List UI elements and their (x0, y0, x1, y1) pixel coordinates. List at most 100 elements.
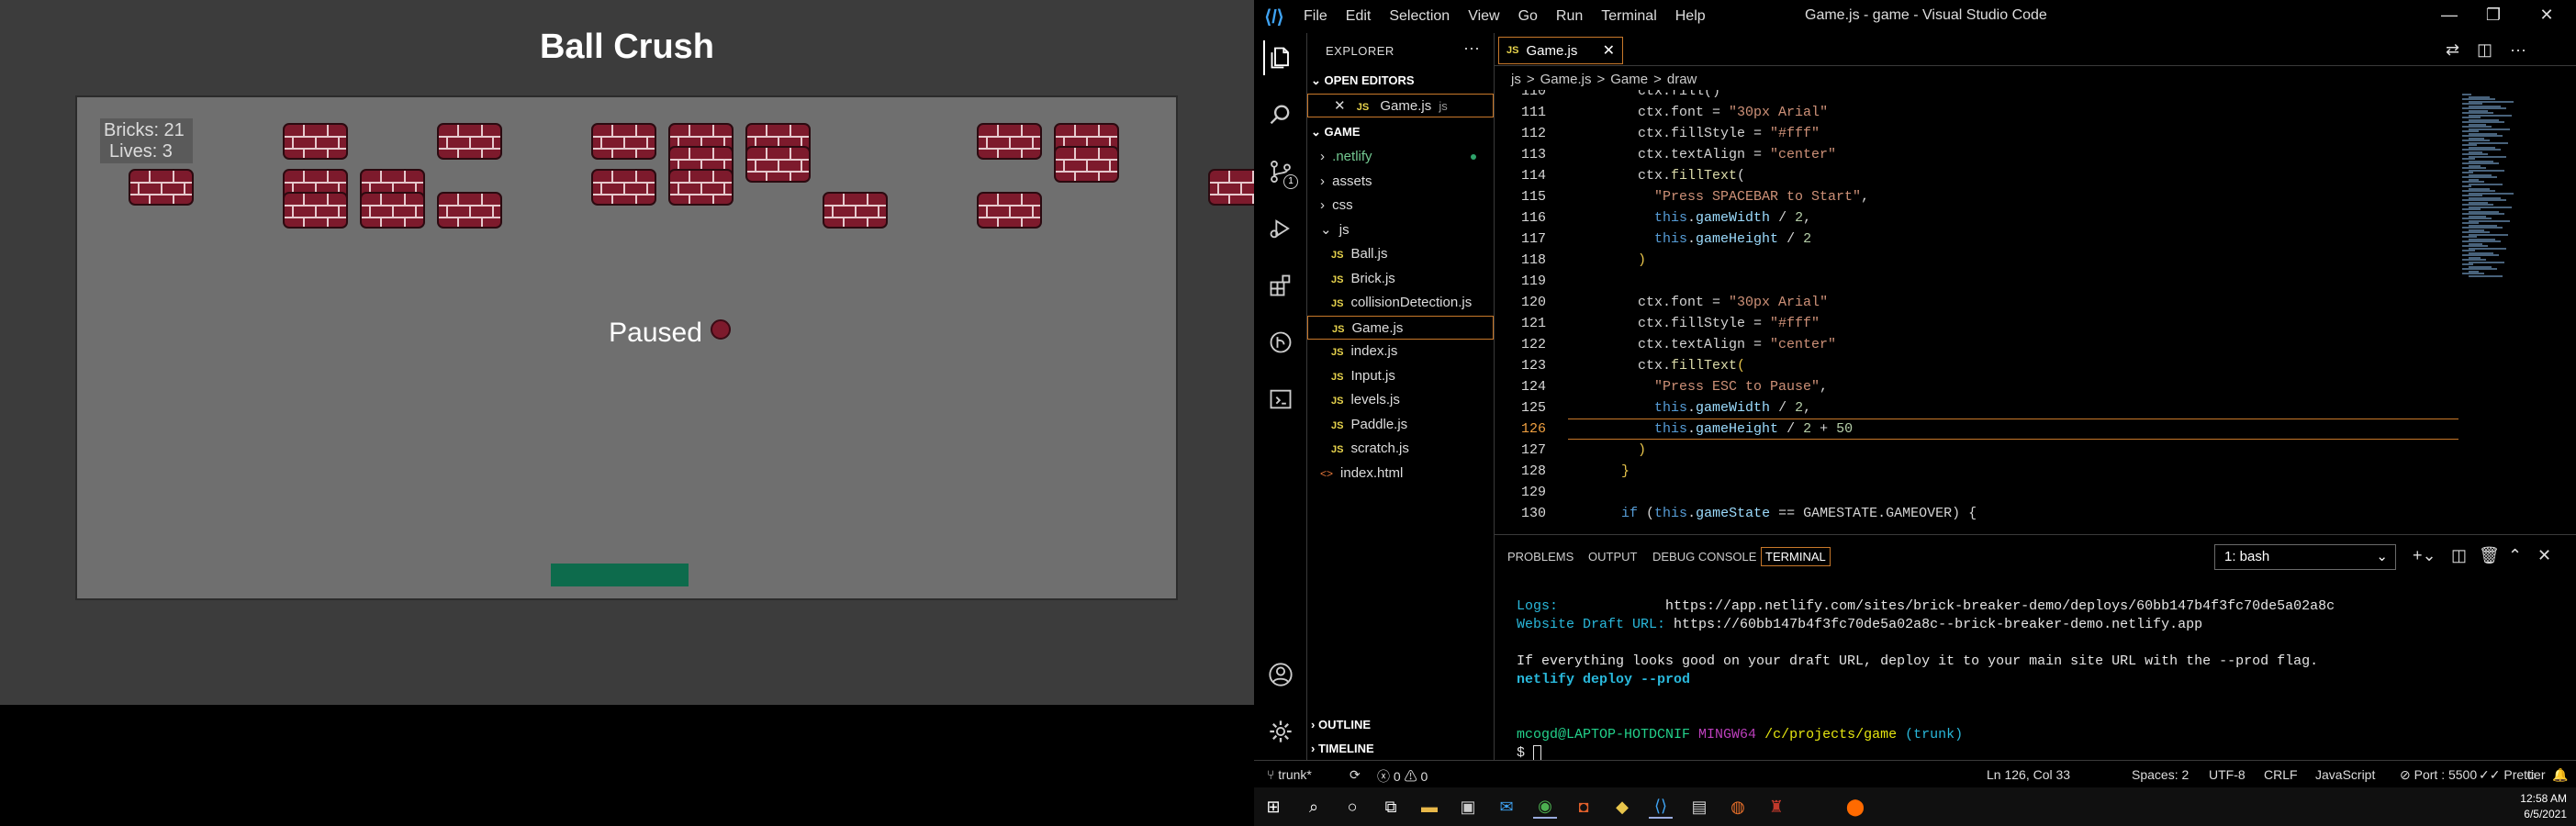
app-orange-circle-icon[interactable]: ⬤ (1843, 795, 1867, 819)
cortana-icon[interactable]: ○ (1340, 795, 1364, 819)
search-icon[interactable] (1263, 97, 1298, 132)
timeline-section[interactable]: › TIMELINE (1311, 742, 1374, 755)
more-actions-icon[interactable]: ··· (2510, 40, 2526, 60)
tree-item[interactable]: JS Input.js (1307, 364, 1494, 388)
panel-tab-output[interactable]: OUTPUT (1588, 550, 1637, 564)
breadcrumb-item[interactable]: Game (1610, 72, 1648, 87)
app-orange-icon[interactable]: ◘ (1572, 795, 1596, 819)
menu-go[interactable]: Go (1509, 8, 1547, 25)
source-control-icon[interactable]: 1 (1263, 154, 1298, 189)
restore-icon[interactable]: ❐ (2471, 6, 2515, 25)
close-panel-icon[interactable]: ✕ (2537, 546, 2551, 565)
code-line[interactable]: 120 ctx.font = "30px Arial" (1495, 292, 1828, 313)
open-editor-item[interactable]: ✕ JS Game.js js (1307, 94, 1494, 117)
menu-run[interactable]: Run (1547, 8, 1592, 25)
panel-tab-problems[interactable]: PROBLEMS (1507, 550, 1574, 564)
tree-item[interactable]: <> index.html (1307, 462, 1494, 486)
minimize-icon[interactable]: — (2427, 6, 2471, 25)
terminal-output[interactable]: Logs: https://app.netlify.com/sites/bric… (1517, 597, 2335, 763)
tree-item[interactable]: JS Paddle.js (1307, 413, 1494, 437)
indentation[interactable]: Spaces: 2 (2132, 767, 2189, 782)
problems-status[interactable]: ⓧ 0 ⚠ 0 (1377, 767, 1428, 786)
menu-view[interactable]: View (1459, 8, 1508, 25)
code-line[interactable]: 125 this.gameWidth / 2, (1495, 397, 1811, 419)
tree-item[interactable]: JS collisionDetection.js (1307, 291, 1494, 315)
breadcrumb-item[interactable]: Game.js (1540, 72, 1592, 87)
breadcrumb-item[interactable]: js (1511, 72, 1521, 87)
tree-item[interactable]: ⌄ js (1307, 218, 1494, 242)
code-line[interactable]: 121 ctx.fillStyle = "#fff" (1495, 313, 1820, 334)
close-tab-icon[interactable]: ✕ (1603, 41, 1615, 60)
code-line[interactable]: 126 this.gameHeight / 2 + 50 (1495, 419, 1853, 440)
tree-item[interactable]: JS Ball.js (1307, 242, 1494, 266)
tree-item[interactable]: JS index.js (1307, 340, 1494, 363)
extensions-icon[interactable] (1263, 268, 1298, 303)
encoding[interactable]: UTF-8 (2209, 767, 2246, 782)
new-terminal-icon[interactable]: +⌄ (2413, 546, 2436, 565)
menu-edit[interactable]: Edit (1337, 8, 1381, 25)
menu-selection[interactable]: Selection (1380, 8, 1459, 25)
store-icon[interactable]: ▣ (1456, 795, 1480, 819)
vscode-taskbar-icon[interactable]: ⟨⟩ (1649, 795, 1673, 819)
tree-item[interactable]: JS scratch.js (1307, 437, 1494, 461)
terminal-shell-select[interactable]: 1: bash ⌄ (2214, 544, 2396, 570)
git-graph-icon[interactable] (1263, 325, 1298, 360)
code-editor[interactable]: 110 ctx.fill() 111 ctx.font = "30px Arial… (1495, 90, 2458, 534)
tree-item[interactable]: JS levels.js (1307, 388, 1494, 412)
panel-tab-terminal[interactable]: TERMINAL (1761, 547, 1831, 566)
tree-item[interactable]: JS Game.js (1307, 315, 1494, 340)
windows-start-icon[interactable]: ⊞ (1261, 795, 1285, 819)
trash-icon[interactable]: 🗑 (2479, 546, 2500, 565)
sync-icon[interactable]: ⟳ (1350, 767, 1361, 783)
code-line[interactable]: 129 (1495, 482, 1572, 503)
game-folder-section[interactable]: ⌄ GAME (1311, 125, 1361, 140)
code-line[interactable]: 128 } (1495, 461, 1630, 482)
explorer-icon[interactable] (1263, 40, 1298, 75)
minimap[interactable] (2458, 90, 2576, 534)
code-line[interactable]: 112 ctx.fillStyle = "#fff" (1495, 123, 1820, 144)
code-line[interactable]: 122 ctx.textAlign = "center" (1495, 334, 1836, 355)
file-explorer-icon[interactable]: ▬ (1417, 795, 1441, 819)
tree-item[interactable]: › css (1307, 194, 1494, 218)
line-ending[interactable]: CRLF (2264, 767, 2298, 782)
split-editor-icon[interactable]: ◫ (2477, 40, 2492, 60)
code-line[interactable]: 110 ctx.fill() (1495, 90, 1720, 102)
code-line[interactable]: 130 if (this.gameState == GAMESTATE.GAME… (1495, 503, 1977, 524)
tree-item[interactable]: JS Brick.js (1307, 267, 1494, 291)
app-red-icon[interactable]: ♜ (1764, 795, 1788, 819)
code-line[interactable]: 115 "Press SPACEBAR to Start", (1495, 186, 1869, 207)
game-canvas[interactable]: Bricks: 21 Lives: 3 Paused (75, 95, 1273, 600)
firefox-icon[interactable]: ◍ (1726, 795, 1750, 819)
tab-game-js[interactable]: JS Game.js ✕ (1498, 37, 1623, 64)
split-terminal-icon[interactable]: ◫ (2451, 546, 2467, 565)
menu-file[interactable]: File (1294, 8, 1337, 25)
menu-help[interactable]: Help (1666, 8, 1715, 25)
breadcrumb-item[interactable]: draw (1667, 72, 1697, 87)
outline-section[interactable]: › OUTLINE (1311, 718, 1371, 731)
cursor-position[interactable]: Ln 126, Col 33 (1987, 767, 2070, 782)
tree-item[interactable]: › assets (1307, 170, 1494, 194)
open-editors-section[interactable]: ⌄ OPEN EDITORS (1311, 73, 1415, 88)
code-line[interactable]: 113 ctx.textAlign = "center" (1495, 144, 1836, 165)
feedback-icon[interactable]: ☺ (2525, 767, 2537, 782)
code-line[interactable]: 111 ctx.font = "30px Arial" (1495, 102, 1828, 123)
language-mode[interactable]: JavaScript (2315, 767, 2375, 782)
search-icon[interactable]: ⌕ (1302, 795, 1326, 819)
mail-app-icon[interactable]: ▤ (1687, 795, 1711, 819)
notifications-icon[interactable]: 🔔 (2552, 767, 2568, 783)
app-sketch-icon[interactable]: ◆ (1610, 795, 1634, 819)
menu-terminal[interactable]: Terminal (1592, 8, 1665, 25)
remote-icon[interactable] (1263, 382, 1298, 417)
code-line[interactable]: 114 ctx.fillText( (1495, 165, 1745, 186)
code-line[interactable]: 119 (1495, 271, 1572, 292)
more-actions-icon[interactable]: ··· (1463, 39, 1480, 58)
account-icon[interactable] (1263, 657, 1298, 692)
close-window-icon[interactable]: ✕ (2525, 6, 2569, 25)
code-line[interactable]: 127 ) (1495, 440, 1646, 461)
close-editor-icon[interactable]: ✕ (1334, 98, 1346, 114)
code-line[interactable]: 117 this.gameHeight / 2 (1495, 229, 1811, 250)
system-clock[interactable]: 12:58 AM 6/5/2021 (2512, 791, 2567, 822)
code-line[interactable]: 123 ctx.fillText( (1495, 355, 1745, 376)
panel-tab-debug-console[interactable]: DEBUG CONSOLE (1652, 550, 1756, 564)
branch-status[interactable]: ⑂ trunk* (1267, 767, 1312, 782)
